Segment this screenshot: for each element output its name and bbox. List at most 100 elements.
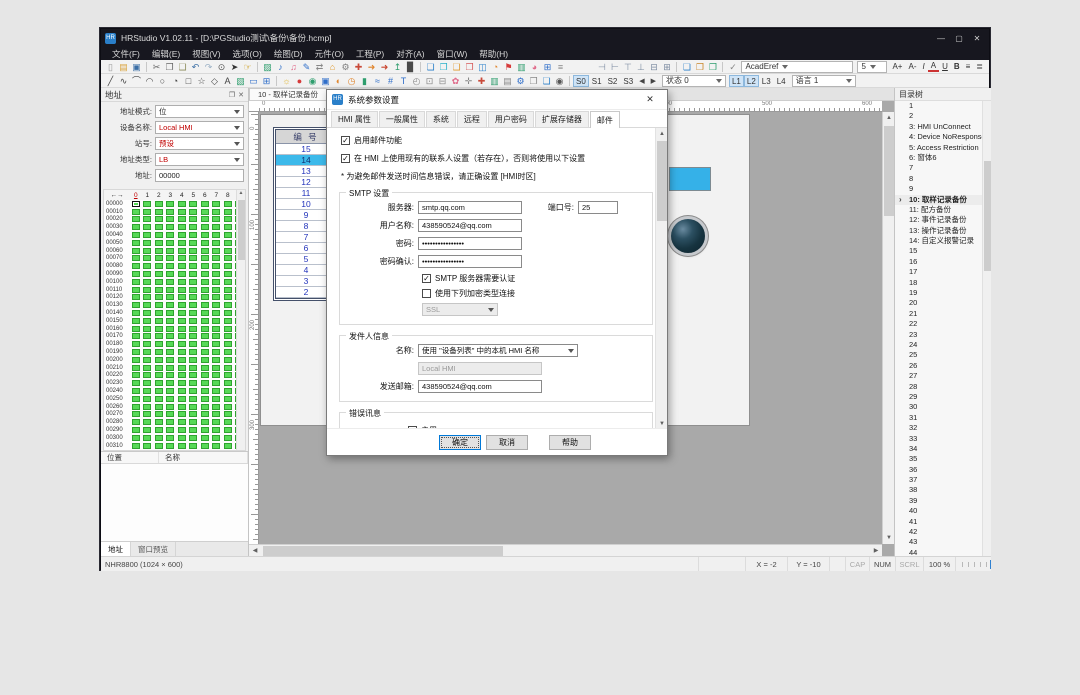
bit-cell[interactable] <box>201 380 209 386</box>
bit-cell[interactable] <box>143 404 151 410</box>
bit-cell[interactable] <box>166 279 174 285</box>
bit-cell[interactable] <box>143 232 151 238</box>
bit-cell[interactable] <box>224 372 232 378</box>
bit-cell[interactable] <box>224 287 232 293</box>
tree-item[interactable]: 27 <box>895 371 982 381</box>
bit-cell[interactable] <box>143 209 151 215</box>
bit-cell[interactable] <box>132 232 140 238</box>
tree-item[interactable]: 36 <box>895 465 982 475</box>
title-bar[interactable]: HR HRStudio V1.02.11 - [D:\PGStudio测试\备份… <box>101 29 989 47</box>
window-teal-icon[interactable]: ❐ <box>437 61 450 73</box>
bit-cell[interactable] <box>201 419 209 425</box>
menu-item[interactable]: 选项(O) <box>228 48 267 60</box>
bit-cell[interactable] <box>224 443 232 449</box>
bit-cell[interactable] <box>166 232 174 238</box>
tree-item[interactable]: 41 <box>895 517 982 527</box>
bit-cell[interactable] <box>155 255 163 261</box>
font-decrease-button[interactable]: A- <box>905 62 919 71</box>
bit-cell[interactable] <box>178 404 186 410</box>
bit-cell[interactable] <box>189 255 197 261</box>
save-icon[interactable]: ▣ <box>130 61 143 73</box>
scroll-right-icon[interactable]: ▶ <box>870 545 882 557</box>
bit-cell[interactable] <box>132 388 140 394</box>
bit-cell[interactable] <box>201 333 209 339</box>
bit-cell[interactable] <box>132 333 140 339</box>
bit-cell[interactable] <box>189 388 197 394</box>
bit-cell[interactable] <box>224 302 232 308</box>
bit-cell[interactable] <box>143 365 151 371</box>
bit-cell[interactable] <box>155 232 163 238</box>
tree-item[interactable]: 37 <box>895 475 982 485</box>
state-chip-S0[interactable]: S0 <box>573 75 589 87</box>
bit-cell[interactable] <box>201 443 209 449</box>
arrow-right-icon[interactable]: ➜ <box>365 61 378 73</box>
bit-cell[interactable] <box>166 287 174 293</box>
scrollbar-thumb[interactable] <box>657 141 667 221</box>
bit-cell[interactable] <box>189 411 197 417</box>
tree-item[interactable]: 24 <box>895 340 982 350</box>
smtp-server-input[interactable] <box>418 201 522 214</box>
bit-cell[interactable] <box>178 263 186 269</box>
bit-cell[interactable] <box>201 201 209 207</box>
bit-cell[interactable] <box>132 326 140 332</box>
bit-cell[interactable] <box>212 357 220 363</box>
monitor-icon[interactable]: ◫ <box>476 61 489 73</box>
lamp-icon[interactable]: ◐ <box>332 75 345 87</box>
scroll-left-icon[interactable]: ◀ <box>249 545 261 557</box>
bit-cell[interactable] <box>132 201 140 207</box>
language-chip-L2[interactable]: L2 <box>744 75 759 87</box>
bit-cell[interactable] <box>212 341 220 347</box>
address-input[interactable]: 00000 <box>155 169 244 182</box>
encrypt-checkbox[interactable] <box>422 289 431 298</box>
menu-item[interactable]: 帮助(H) <box>474 48 513 60</box>
field-combo[interactable]: 位 <box>155 105 244 118</box>
scroll-up-icon[interactable]: ▲ <box>239 190 244 196</box>
tree-item[interactable]: 15 <box>895 246 982 256</box>
bit-cell[interactable] <box>132 279 140 285</box>
copy-icon[interactable]: ❐ <box>163 61 176 73</box>
bit-cell[interactable] <box>212 232 220 238</box>
zoom-slider[interactable] <box>962 560 987 569</box>
switch-icon[interactable]: ◉ <box>306 75 319 87</box>
bit-cell[interactable] <box>212 443 220 449</box>
bit-cell[interactable] <box>224 380 232 386</box>
font-family-combo[interactable]: AcadEref <box>741 61 853 73</box>
bit-cell[interactable] <box>155 396 163 402</box>
bit-cell[interactable] <box>166 240 174 246</box>
bit-cell[interactable] <box>212 380 220 386</box>
smtp-password-confirm-input[interactable] <box>418 255 522 268</box>
bit-cell[interactable] <box>155 333 163 339</box>
bit-cell[interactable] <box>212 333 220 339</box>
dialog-tab[interactable]: 用户密码 <box>488 111 534 127</box>
bit-cell[interactable] <box>224 240 232 246</box>
bit-cell[interactable] <box>132 318 140 324</box>
tree-item[interactable]: 7 <box>895 163 982 173</box>
bit-cell[interactable] <box>166 263 174 269</box>
bit-cell[interactable] <box>155 271 163 277</box>
bit-cell[interactable] <box>224 248 232 254</box>
bit-cell[interactable] <box>132 216 140 222</box>
bit-cell[interactable] <box>178 357 186 363</box>
arc-icon[interactable]: ◠ <box>143 75 156 87</box>
bit-cell[interactable] <box>224 232 232 238</box>
bit-cell[interactable] <box>178 326 186 332</box>
ssl-combo[interactable]: SSL <box>422 303 498 316</box>
move-icon[interactable]: ✛ <box>462 75 475 87</box>
trend-icon[interactable]: ≈ <box>371 75 384 87</box>
bit-cell[interactable] <box>166 216 174 222</box>
tree-item[interactable]: 17 <box>895 267 982 277</box>
bit-cell[interactable] <box>155 294 163 300</box>
align-right-icon[interactable]: ⊢ <box>608 61 621 73</box>
zoom-slider-thumb[interactable] <box>990 560 991 569</box>
bit-cell[interactable] <box>201 411 209 417</box>
bit-cell[interactable] <box>189 248 197 254</box>
bit-cell[interactable] <box>178 287 186 293</box>
bit-cell[interactable] <box>189 333 197 339</box>
bit-cell[interactable] <box>224 209 232 215</box>
align-bottom-icon[interactable]: ⊥ <box>634 61 647 73</box>
menu-item[interactable]: 编辑(E) <box>147 48 185 60</box>
bit-cell[interactable] <box>178 310 186 316</box>
bit-cell[interactable] <box>166 365 174 371</box>
bit-cell[interactable] <box>143 435 151 441</box>
align-top-icon[interactable]: ⊤ <box>621 61 634 73</box>
